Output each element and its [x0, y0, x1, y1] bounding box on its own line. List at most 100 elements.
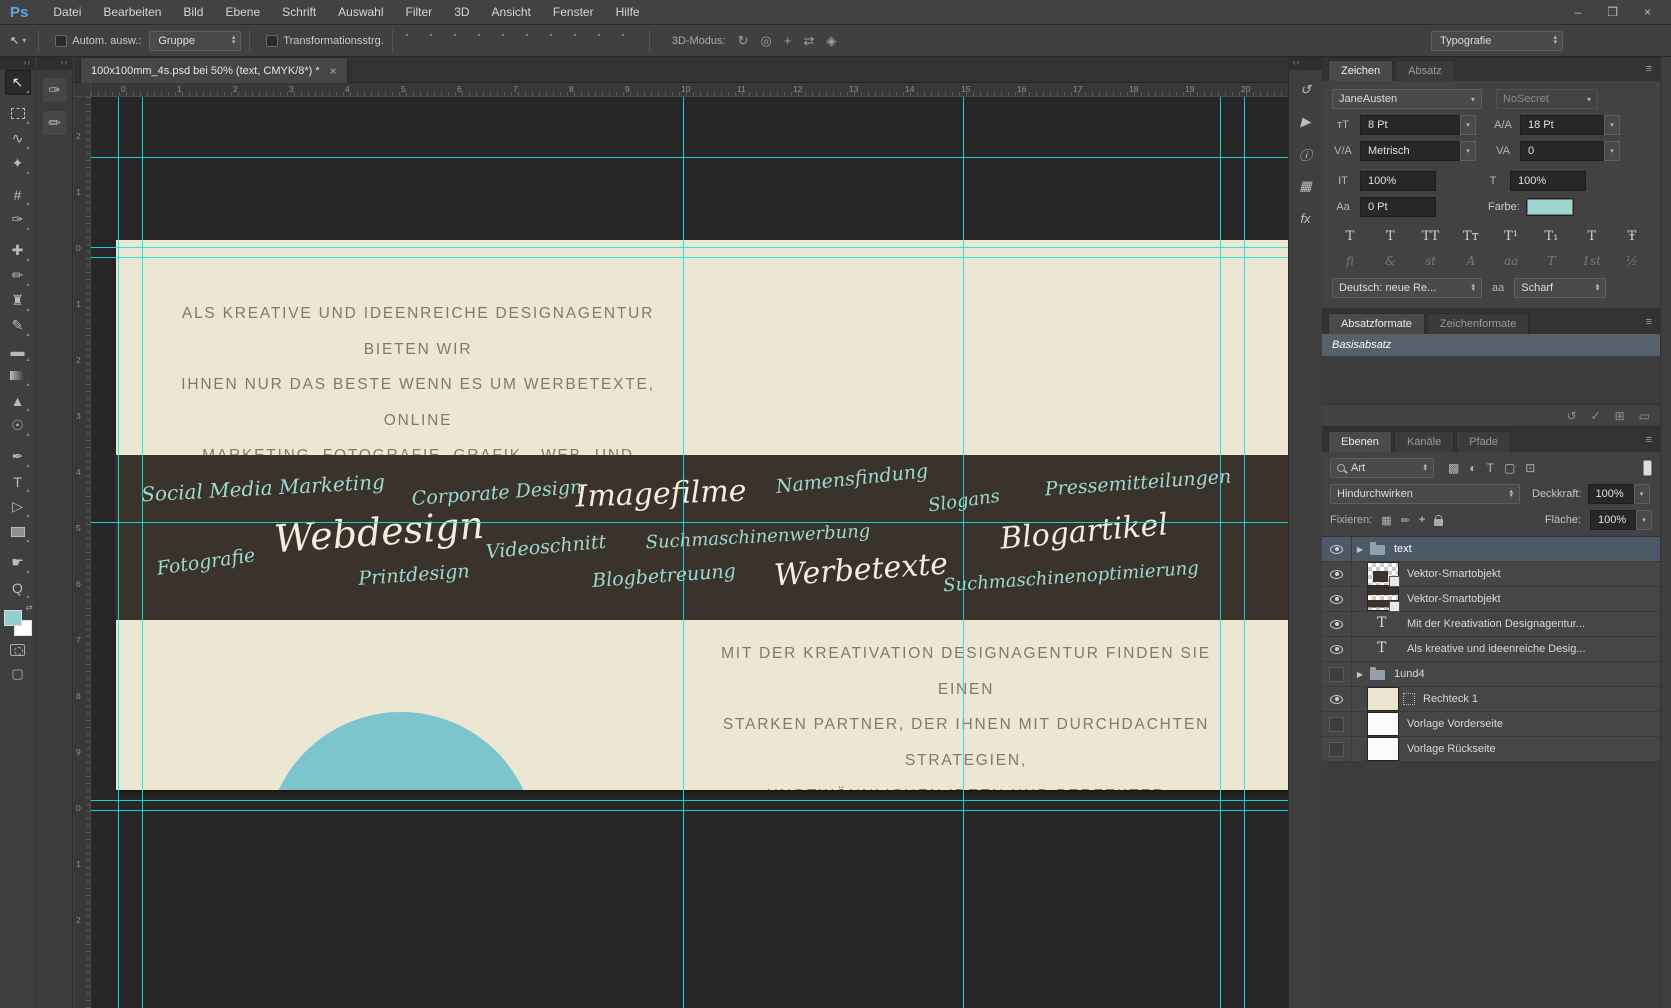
blend-mode-dropdown[interactable]: Hindurchwirken ▴ ▾ — [1330, 484, 1520, 504]
3d-pan-icon[interactable]: + — [784, 33, 792, 48]
filter-type-layers-icon[interactable]: T — [1487, 461, 1494, 475]
collapse-dock-icon[interactable]: ›› — [37, 57, 72, 70]
expand-arrow-icon[interactable]: ▶ — [1352, 670, 1368, 679]
blur-tool[interactable]: ▲ — [5, 388, 31, 413]
brush-presets-panel-icon[interactable]: ✑ — [41, 77, 68, 103]
3d-scale-icon[interactable]: ◈ — [826, 33, 836, 49]
healing-brush-tool[interactable]: ✚ — [5, 238, 31, 263]
path-selection-tool[interactable]: ▷ — [5, 494, 31, 519]
tab-pfade[interactable]: Pfade — [1456, 431, 1511, 452]
menu-item[interactable]: Fenster — [542, 0, 605, 24]
discretionary-ligatures-icon[interactable]: st — [1419, 254, 1443, 268]
menu-item[interactable]: Ansicht — [481, 0, 542, 24]
visibility-toggle[interactable] — [1322, 562, 1352, 586]
lock-pixels-icon[interactable]: ✏ — [1401, 514, 1410, 527]
tab-kanaele[interactable]: Kanäle — [1393, 431, 1455, 452]
vertical-scale-field[interactable]: 100% — [1360, 171, 1436, 191]
gradient-tool[interactable] — [5, 363, 31, 388]
visibility-toggle[interactable] — [1322, 587, 1352, 611]
close-tab-icon[interactable]: × — [330, 64, 337, 78]
transform-controls-checkbox[interactable] — [266, 34, 279, 47]
expand-dock-icon[interactable]: ‹‹ — [1289, 57, 1322, 70]
align-bottom-edges-icon[interactable] — [525, 34, 540, 47]
horizontal-ruler[interactable]: 0 1 2 3 4 5 6 7 8 9 10 11 12 13 14 15 16 17 18 19 20 — [91, 83, 1288, 97]
panel-menu-icon[interactable]: ≡ — [1646, 434, 1652, 446]
menu-item[interactable]: Datei — [42, 0, 92, 24]
distribute-top-icon[interactable] — [549, 34, 564, 47]
baseline-shift-field[interactable]: 0 Pt — [1360, 197, 1436, 217]
new-style-icon[interactable]: ⊞ — [1615, 409, 1625, 423]
tracking-field[interactable]: 0 ▾ — [1520, 141, 1620, 161]
layer-thumbnail[interactable] — [1368, 588, 1400, 612]
menu-item[interactable]: Bearbeiten — [92, 0, 172, 24]
clear-override-icon[interactable]: ↺ — [1566, 409, 1576, 423]
menu-item[interactable]: Ebene — [214, 0, 271, 24]
lock-all-icon[interactable] — [1434, 514, 1444, 526]
redefine-style-icon[interactable]: ✓ — [1591, 409, 1601, 423]
lasso-tool[interactable]: ∿ — [5, 126, 31, 151]
history-panel-icon[interactable]: ↺ — [1294, 78, 1318, 102]
panel-menu-icon[interactable]: ≡ — [1646, 316, 1652, 328]
visibility-toggle[interactable] — [1322, 712, 1352, 736]
history-brush-tool[interactable]: ✎ — [5, 313, 31, 338]
horizontal-scale-field[interactable]: 100% — [1510, 171, 1586, 191]
subscript-icon[interactable]: T₁ — [1539, 229, 1563, 244]
distribute-spacing-icon[interactable] — [621, 34, 636, 47]
workspace-switcher[interactable]: Typografie ▴ ▾ — [1431, 30, 1563, 51]
strikethrough-icon[interactable]: Ŧ — [1620, 229, 1644, 244]
layer-row[interactable]: ▶ Vorlage Vorderseite — [1322, 712, 1660, 737]
hand-tool[interactable]: ☛ — [5, 550, 31, 575]
shape-tool[interactable] — [5, 519, 31, 544]
styles-panel-icon[interactable]: fx — [1294, 206, 1318, 230]
filter-smart-objects-icon[interactable]: ⊡ — [1525, 461, 1535, 475]
layer-row[interactable]: ▶ text — [1322, 537, 1660, 562]
layer-name[interactable]: Rechteck 1 — [1423, 693, 1478, 705]
minimize-icon[interactable]: – — [1575, 5, 1582, 19]
align-right-edges-icon[interactable] — [453, 34, 468, 47]
crop-tool[interactable]: # — [5, 182, 31, 207]
ordinals-icon[interactable]: 1st — [1580, 254, 1604, 268]
vertical-ruler[interactable]: 210123456789012 — [74, 97, 91, 1008]
document-tab[interactable]: 100x100mm_4s.psd bei 50% (text, CMYK/8*)… — [80, 57, 348, 83]
filter-pixel-layers-icon[interactable]: ▩ — [1448, 461, 1459, 475]
distribute-bottom-icon[interactable] — [597, 34, 612, 47]
layer-name[interactable]: Vektor-Smartobjekt — [1407, 568, 1501, 580]
3d-slide-icon[interactable]: ⇄ — [803, 33, 814, 49]
tab-zeichenformate[interactable]: Zeichenformate — [1426, 313, 1530, 334]
tab-absatzformate[interactable]: Absatzformate — [1328, 313, 1425, 334]
layer-filter-dropdown[interactable]: Art ▴ ▾ — [1330, 458, 1434, 478]
3d-rotate-icon[interactable]: ↻ — [738, 33, 749, 49]
ruler-origin[interactable] — [74, 83, 91, 97]
clone-stamp-tool[interactable]: ♜ — [5, 288, 31, 313]
layer-name[interactable]: Als kreative und ideenreiche Desig... — [1407, 643, 1586, 655]
titling-alternates-icon[interactable]: T — [1539, 254, 1563, 268]
stylistic-alternates-icon[interactable]: aa — [1499, 254, 1523, 268]
layer-thumbnail[interactable] — [1368, 613, 1398, 635]
layer-thumbnail[interactable] — [1368, 563, 1400, 587]
close-icon[interactable]: × — [1644, 5, 1651, 19]
visibility-toggle[interactable] — [1322, 537, 1352, 561]
layer-thumbnail[interactable] — [1368, 738, 1398, 760]
layer-name[interactable]: Mit der Kreativation Designagentur... — [1407, 618, 1585, 630]
layer-row[interactable]: ▶ Vektor-Smartobjekt — [1322, 587, 1660, 612]
filter-shape-layers-icon[interactable]: ▢ — [1504, 461, 1515, 475]
visibility-toggle[interactable] — [1322, 662, 1352, 686]
lock-position-icon[interactable]: + — [1419, 514, 1425, 526]
pen-tool[interactable]: ✒ — [5, 444, 31, 469]
menu-item[interactable]: Bild — [172, 0, 214, 24]
align-left-edges-icon[interactable] — [405, 34, 420, 47]
align-top-edges-icon[interactable] — [477, 34, 492, 47]
all-caps-icon[interactable]: TT — [1419, 229, 1443, 244]
layer-row[interactable]: ▶ 1und4 — [1322, 662, 1660, 687]
marquee-tool[interactable] — [5, 101, 31, 126]
style-basisabsatz[interactable]: Basisabsatz — [1322, 334, 1660, 356]
swatches-panel-icon[interactable]: ▦ — [1294, 174, 1318, 198]
tab-absatz[interactable]: Absatz — [1395, 60, 1455, 81]
leading-field[interactable]: 18 Pt ▾ — [1520, 115, 1620, 135]
font-style-dropdown[interactable]: NoSecret ▾ — [1496, 89, 1598, 109]
menu-item[interactable]: Hilfe — [605, 0, 651, 24]
layer-name[interactable]: Vorlage Rückseite — [1407, 743, 1496, 755]
text-color-swatch[interactable] — [1525, 198, 1574, 216]
menu-item[interactable]: Schrift — [271, 0, 327, 24]
quick-mask-button[interactable] — [7, 640, 29, 660]
